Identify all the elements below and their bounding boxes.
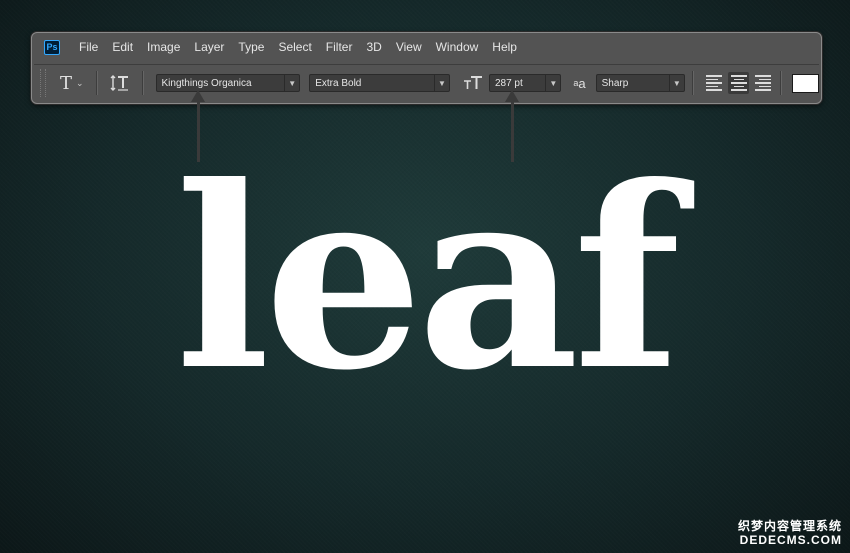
antialias-value: Sharp — [601, 77, 629, 89]
text-color-swatch[interactable] — [792, 73, 819, 93]
font-style-select[interactable]: Extra Bold ▼ — [309, 74, 450, 92]
toggle-text-orientation-button[interactable] — [110, 74, 130, 92]
menu-view[interactable]: View — [396, 40, 422, 54]
text-orientation-icon — [110, 75, 128, 91]
divider — [691, 71, 694, 95]
menu-window[interactable]: Window — [436, 40, 479, 54]
menu-filter[interactable]: Filter — [326, 40, 353, 54]
font-size-value: 287 pt — [494, 77, 523, 89]
align-right-button[interactable] — [752, 72, 774, 94]
menu-layer[interactable]: Layer — [194, 40, 224, 54]
antialias-icon: aa — [573, 75, 586, 91]
font-family-select[interactable]: Kingthings Organica ▼ — [155, 74, 301, 92]
options-bar-grip[interactable] — [40, 69, 46, 97]
watermark: 织梦内容管理系统 DEDECMS.COM — [738, 519, 842, 547]
options-bar: T ⌄ Kingthings Organica ▼ Extra Bold ▼ 2… — [34, 64, 819, 101]
tool-preset-picker[interactable]: T ⌄ — [60, 73, 84, 94]
menu-file[interactable]: File — [79, 40, 98, 54]
divider — [141, 71, 144, 95]
menu-bar: Ps File Edit Image Layer Type Select Fil… — [32, 33, 821, 61]
menu: File Edit Image Layer Type Select Filter… — [79, 40, 531, 54]
canvas-text-leaf[interactable]: leaf — [0, 153, 850, 403]
antialias-select[interactable]: Sharp ▼ — [595, 74, 685, 92]
chevron-down-icon: ▼ — [545, 75, 560, 91]
font-style-value: Extra Bold — [315, 77, 362, 89]
menu-type[interactable]: Type — [238, 40, 264, 54]
align-center-button[interactable] — [727, 72, 750, 94]
type-tool-icon: T — [59, 72, 72, 94]
divider — [780, 71, 783, 95]
font-size-select[interactable]: 287 pt ▼ — [488, 74, 562, 92]
photoshop-window: Ps File Edit Image Layer Type Select Fil… — [31, 32, 822, 104]
font-family-value: Kingthings Organica — [161, 77, 252, 89]
chevron-down-icon: ▼ — [668, 75, 684, 91]
watermark-line-1: 织梦内容管理系统 — [737, 519, 842, 533]
watermark-line-2: DEDECMS.COM — [739, 533, 842, 547]
chevron-down-icon: ▼ — [433, 75, 449, 91]
chevron-down-icon: ⌄ — [75, 77, 84, 88]
menu-select[interactable]: Select — [278, 40, 311, 54]
divider — [95, 71, 98, 95]
align-left-button[interactable] — [703, 72, 725, 94]
menu-edit[interactable]: Edit — [112, 40, 133, 54]
photoshop-logo-icon: Ps — [44, 39, 60, 55]
menu-help[interactable]: Help — [492, 40, 517, 54]
menu-3d[interactable]: 3D — [366, 40, 381, 54]
chevron-down-icon: ▼ — [284, 75, 299, 91]
font-size-icon — [463, 75, 483, 91]
menu-image[interactable]: Image — [147, 40, 180, 54]
